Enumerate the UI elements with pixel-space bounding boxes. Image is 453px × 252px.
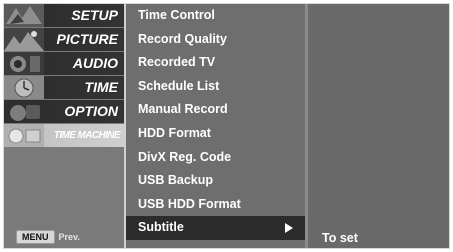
sidebar-item-setup[interactable]: SETUP xyxy=(4,4,124,27)
picture-thumbnail-icon xyxy=(4,28,44,51)
time-machine-options-list: Time Control Record Quality Recorded TV … xyxy=(126,4,308,248)
option-manual-record[interactable]: Manual Record xyxy=(126,98,305,122)
option-divx-reg-code[interactable]: DivX Reg. Code xyxy=(126,146,305,170)
sidebar-item-label: SETUP xyxy=(71,7,118,23)
option-usb-hdd-format[interactable]: USB HDD Format xyxy=(126,193,305,217)
sidebar-item-time-machine[interactable]: TIME MACHINE xyxy=(4,124,124,147)
option-thumbnail-icon xyxy=(4,100,44,123)
option-recorded-tv[interactable]: Recorded TV xyxy=(126,51,305,75)
sidebar-item-label: TIME MACHINE xyxy=(53,130,121,141)
option-usb-backup[interactable]: USB Backup xyxy=(126,169,305,193)
osd-menu-window: SETUP PICTURE AUDIO TIME OPTION TIME MAC… xyxy=(3,3,450,249)
setup-thumbnail-icon xyxy=(4,4,44,27)
menu-key-icon[interactable]: MENU xyxy=(16,230,55,244)
sidebar-item-label: AUDIO xyxy=(72,55,118,71)
sidebar-item-label: PICTURE xyxy=(56,31,118,47)
category-sidebar: SETUP PICTURE AUDIO TIME OPTION TIME MAC… xyxy=(4,4,126,248)
prev-label: Prev. xyxy=(58,232,80,242)
footer-hint: MENU Prev. xyxy=(16,230,80,244)
audio-thumbnail-icon xyxy=(4,52,44,75)
chevron-right-icon xyxy=(285,223,293,234)
option-time-control[interactable]: Time Control xyxy=(126,4,305,28)
option-hdd-format[interactable]: HDD Format xyxy=(126,122,305,146)
sidebar-item-option[interactable]: OPTION xyxy=(4,100,124,123)
sidebar-item-time[interactable]: TIME xyxy=(4,76,124,99)
option-subtitle-label: Subtitle xyxy=(138,220,184,235)
option-record-quality[interactable]: Record Quality xyxy=(126,28,305,52)
option-subtitle[interactable]: Subtitle xyxy=(126,216,305,240)
sidebar-item-label: TIME xyxy=(84,79,118,95)
option-schedule-list[interactable]: Schedule List xyxy=(126,75,305,99)
time-thumbnail-icon xyxy=(4,76,44,99)
time-machine-thumbnail-icon xyxy=(4,124,44,147)
sidebar-item-picture[interactable]: PICTURE xyxy=(4,28,124,51)
sidebar-item-label: OPTION xyxy=(64,103,118,119)
submenu-panel: To set xyxy=(308,4,449,248)
submenu-option-to-set[interactable]: To set xyxy=(322,231,358,245)
sidebar-item-audio[interactable]: AUDIO xyxy=(4,52,124,75)
